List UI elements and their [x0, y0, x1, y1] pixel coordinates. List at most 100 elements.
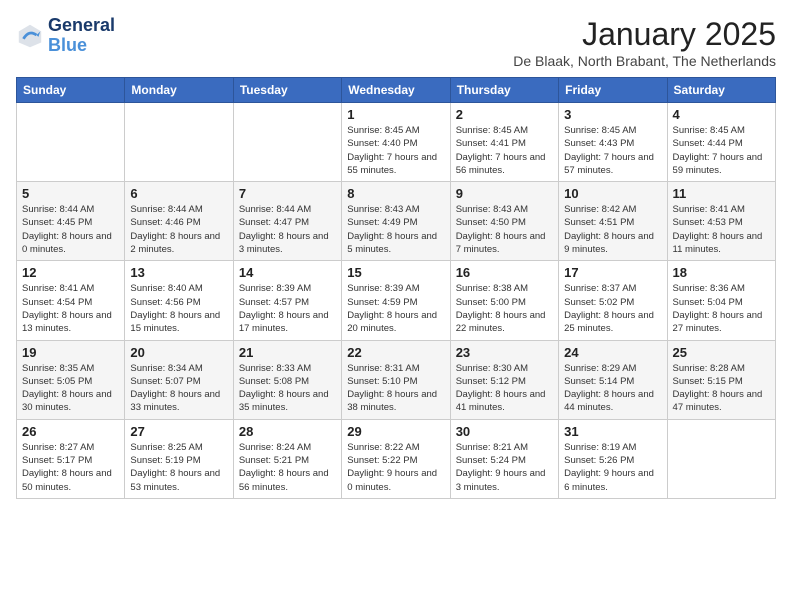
calendar-cell: 2 Sunrise: 8:45 AM Sunset: 4:41 PM Daylig…: [450, 103, 558, 182]
calendar-cell: 23Sunrise: 8:30 AM Sunset: 5:12 PM Dayli…: [450, 340, 558, 419]
day-info: Sunrise: 8:43 AM Sunset: 4:49 PM Dayligh…: [347, 203, 444, 256]
calendar-cell: 19 Sunrise: 8:35 AM Sunset: 5:05 PM Dayli…: [17, 340, 125, 419]
day-info: Sunrise: 8:22 AM Sunset: 5:22 PM Dayligh…: [347, 441, 444, 494]
day-number: 21: [239, 345, 336, 360]
calendar-cell: 9 Sunrise: 8:43 AM Sunset: 4:50 PM Daylig…: [450, 182, 558, 261]
day-number: 20: [130, 345, 227, 360]
day-info: Sunrise: 8:19 AM Sunset: 5:26 PM Dayligh…: [564, 441, 661, 494]
day-number: 6: [130, 186, 227, 201]
calendar-cell: 3Sunrise: 8:45 AM Sunset: 4:43 PM Daylig…: [559, 103, 667, 182]
weekday-header: Monday: [125, 78, 233, 103]
day-number: 31: [564, 424, 661, 439]
day-number: 22: [347, 345, 444, 360]
day-info: Sunrise: 8:39 AM Sunset: 4:57 PM Dayligh…: [239, 282, 336, 335]
day-number: 13: [130, 265, 227, 280]
calendar-cell: 1 Sunrise: 8:45 AM Sunset: 4:40 PM Daylig…: [342, 103, 450, 182]
calendar-cell: 6 Sunrise: 8:44 AM Sunset: 4:46 PM Daylig…: [125, 182, 233, 261]
calendar-cell: 17 Sunrise: 8:37 AM Sunset: 5:02 PM Dayli…: [559, 261, 667, 340]
day-info: Sunrise: 8:45 AM Sunset: 4:41 PM Dayligh…: [456, 124, 553, 177]
calendar-week-row: 26 Sunrise: 8:27 AM Sunset: 5:17 PM Dayli…: [17, 419, 776, 498]
day-number: 8: [347, 186, 444, 201]
day-info: Sunrise: 8:38 AM Sunset: 5:00 PM Dayligh…: [456, 282, 553, 335]
calendar-cell: 16Sunrise: 8:38 AM Sunset: 5:00 PM Dayli…: [450, 261, 558, 340]
day-info: Sunrise: 8:43 AM Sunset: 4:50 PM Dayligh…: [456, 203, 553, 256]
day-info: Sunrise: 8:35 AM Sunset: 5:05 PM Dayligh…: [22, 362, 119, 415]
title-block: January 2025 De Blaak, North Brabant, Th…: [513, 16, 776, 69]
day-info: Sunrise: 8:37 AM Sunset: 5:02 PM Dayligh…: [564, 282, 661, 335]
day-number: 11: [673, 186, 770, 201]
calendar-cell: 22 Sunrise: 8:31 AM Sunset: 5:10 PM Dayli…: [342, 340, 450, 419]
day-info: Sunrise: 8:41 AM Sunset: 4:53 PM Dayligh…: [673, 203, 770, 256]
day-number: 29: [347, 424, 444, 439]
day-number: 28: [239, 424, 336, 439]
day-info: Sunrise: 8:40 AM Sunset: 4:56 PM Dayligh…: [130, 282, 227, 335]
day-info: Sunrise: 8:45 AM Sunset: 4:40 PM Dayligh…: [347, 124, 444, 177]
calendar-cell: [17, 103, 125, 182]
calendar-cell: 11 Sunrise: 8:41 AM Sunset: 4:53 PM Dayli…: [667, 182, 775, 261]
calendar-cell: 4Sunrise: 8:45 AM Sunset: 4:44 PM Daylig…: [667, 103, 775, 182]
calendar-cell: [125, 103, 233, 182]
calendar-cell: [233, 103, 341, 182]
calendar-cell: 14 Sunrise: 8:39 AM Sunset: 4:57 PM Dayli…: [233, 261, 341, 340]
day-number: 1: [347, 107, 444, 122]
day-number: 30: [456, 424, 553, 439]
calendar-cell: 7Sunrise: 8:44 AM Sunset: 4:47 PM Daylig…: [233, 182, 341, 261]
weekday-header: Sunday: [17, 78, 125, 103]
day-info: Sunrise: 8:44 AM Sunset: 4:47 PM Dayligh…: [239, 203, 336, 256]
day-number: 26: [22, 424, 119, 439]
day-info: Sunrise: 8:34 AM Sunset: 5:07 PM Dayligh…: [130, 362, 227, 415]
weekday-header: Friday: [559, 78, 667, 103]
day-info: Sunrise: 8:27 AM Sunset: 5:17 PM Dayligh…: [22, 441, 119, 494]
day-number: 5: [22, 186, 119, 201]
day-info: Sunrise: 8:30 AM Sunset: 5:12 PM Dayligh…: [456, 362, 553, 415]
day-number: 25: [673, 345, 770, 360]
day-number: 14: [239, 265, 336, 280]
calendar-cell: 10 Sunrise: 8:42 AM Sunset: 4:51 PM Dayli…: [559, 182, 667, 261]
logo: GeneralBlue: [16, 16, 115, 56]
day-number: 17: [564, 265, 661, 280]
day-number: 3: [564, 107, 661, 122]
day-number: 10: [564, 186, 661, 201]
calendar-cell: 20 Sunrise: 8:34 AM Sunset: 5:07 PM Dayli…: [125, 340, 233, 419]
month-title: January 2025: [513, 16, 776, 53]
location-subtitle: De Blaak, North Brabant, The Netherlands: [513, 53, 776, 69]
calendar-week-row: 1 Sunrise: 8:45 AM Sunset: 4:40 PM Daylig…: [17, 103, 776, 182]
logo-text: GeneralBlue: [48, 16, 115, 56]
day-info: Sunrise: 8:42 AM Sunset: 4:51 PM Dayligh…: [564, 203, 661, 256]
day-number: 15: [347, 265, 444, 280]
day-info: Sunrise: 8:44 AM Sunset: 4:45 PM Dayligh…: [22, 203, 119, 256]
day-info: Sunrise: 8:33 AM Sunset: 5:08 PM Dayligh…: [239, 362, 336, 415]
calendar-cell: 31 Sunrise: 8:19 AM Sunset: 5:26 PM Dayli…: [559, 419, 667, 498]
calendar-week-row: 12Sunrise: 8:41 AM Sunset: 4:54 PM Dayli…: [17, 261, 776, 340]
day-info: Sunrise: 8:36 AM Sunset: 5:04 PM Dayligh…: [673, 282, 770, 335]
calendar-week-row: 5 Sunrise: 8:44 AM Sunset: 4:45 PM Daylig…: [17, 182, 776, 261]
weekday-header: Saturday: [667, 78, 775, 103]
day-number: 19: [22, 345, 119, 360]
day-number: 12: [22, 265, 119, 280]
calendar-cell: 27Sunrise: 8:25 AM Sunset: 5:19 PM Dayli…: [125, 419, 233, 498]
weekday-header: Tuesday: [233, 78, 341, 103]
weekday-header: Thursday: [450, 78, 558, 103]
day-number: 24: [564, 345, 661, 360]
day-info: Sunrise: 8:28 AM Sunset: 5:15 PM Dayligh…: [673, 362, 770, 415]
day-info: Sunrise: 8:39 AM Sunset: 4:59 PM Dayligh…: [347, 282, 444, 335]
day-number: 9: [456, 186, 553, 201]
calendar-table: SundayMondayTuesdayWednesdayThursdayFrid…: [16, 77, 776, 499]
calendar-cell: 26 Sunrise: 8:27 AM Sunset: 5:17 PM Dayli…: [17, 419, 125, 498]
day-info: Sunrise: 8:25 AM Sunset: 5:19 PM Dayligh…: [130, 441, 227, 494]
calendar-cell: 5 Sunrise: 8:44 AM Sunset: 4:45 PM Daylig…: [17, 182, 125, 261]
calendar-cell: [667, 419, 775, 498]
calendar-cell: 12Sunrise: 8:41 AM Sunset: 4:54 PM Dayli…: [17, 261, 125, 340]
calendar-cell: 21 Sunrise: 8:33 AM Sunset: 5:08 PM Dayli…: [233, 340, 341, 419]
day-info: Sunrise: 8:21 AM Sunset: 5:24 PM Dayligh…: [456, 441, 553, 494]
calendar-cell: 13 Sunrise: 8:40 AM Sunset: 4:56 PM Dayli…: [125, 261, 233, 340]
day-number: 4: [673, 107, 770, 122]
logo-icon: [16, 22, 44, 50]
day-info: Sunrise: 8:31 AM Sunset: 5:10 PM Dayligh…: [347, 362, 444, 415]
day-info: Sunrise: 8:44 AM Sunset: 4:46 PM Dayligh…: [130, 203, 227, 256]
calendar-cell: 25 Sunrise: 8:28 AM Sunset: 5:15 PM Dayli…: [667, 340, 775, 419]
calendar-header-row: SundayMondayTuesdayWednesdayThursdayFrid…: [17, 78, 776, 103]
calendar-cell: 18Sunrise: 8:36 AM Sunset: 5:04 PM Dayli…: [667, 261, 775, 340]
day-info: Sunrise: 8:29 AM Sunset: 5:14 PM Dayligh…: [564, 362, 661, 415]
day-number: 2: [456, 107, 553, 122]
